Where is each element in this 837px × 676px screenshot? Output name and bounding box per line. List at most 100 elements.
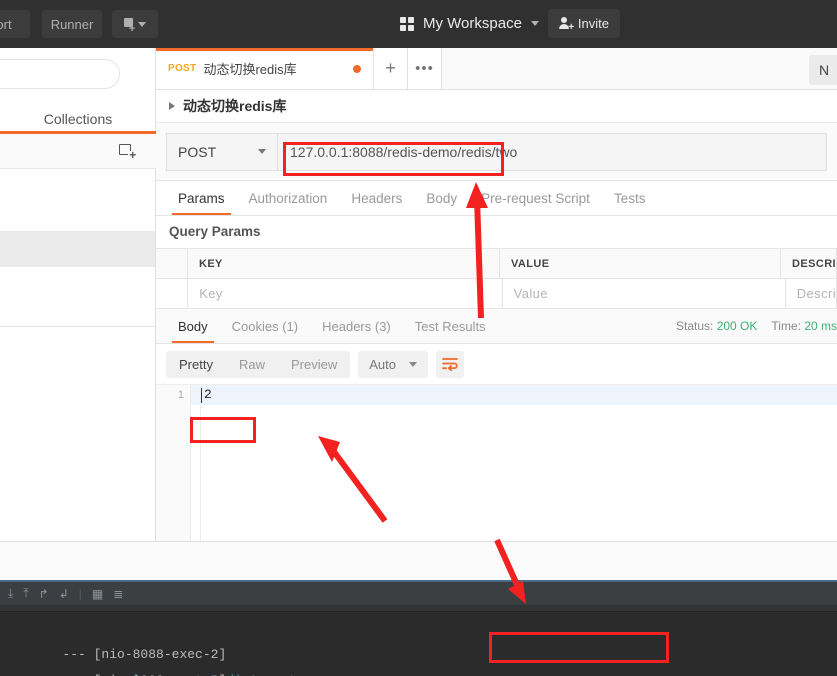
response-format-value: Auto xyxy=(369,356,396,372)
sidebar-tab-collections[interactable]: Collections xyxy=(0,100,156,134)
response-tab-body-label: Body xyxy=(178,319,208,334)
tab-tests[interactable]: Tests xyxy=(602,181,658,215)
request-tab-title: 动态切换redis库 xyxy=(203,62,297,77)
response-body-editor[interactable]: 1 2 xyxy=(156,384,837,542)
scroll-to-top-icon[interactable]: ⤒ xyxy=(23,586,28,601)
text-caret xyxy=(201,388,202,403)
url-bar: POST 127.0.0.1:8088/redis-demo/redis/two xyxy=(156,123,837,181)
chevron-down-icon xyxy=(138,21,146,27)
console-sub-border xyxy=(0,605,837,612)
tab-params[interactable]: Params xyxy=(166,181,237,215)
invite-button[interactable]: + Invite xyxy=(547,9,620,38)
sidebar-search-input[interactable] xyxy=(0,59,120,89)
runner-button-label: Runner xyxy=(50,16,94,32)
tab-headers-label: Headers xyxy=(351,190,403,206)
status-value: 200 OK xyxy=(716,319,758,333)
new-tab-button[interactable]: + xyxy=(374,48,408,89)
text-wrap-icon xyxy=(442,358,458,371)
row-key-input[interactable]: Key xyxy=(188,279,503,309)
row-value-input[interactable]: Value xyxy=(502,279,786,309)
response-tab-headers-label: Headers (3) xyxy=(322,319,391,334)
breadcrumb[interactable]: 动态切换redis库 xyxy=(156,90,837,123)
response-tab-body[interactable]: Body xyxy=(166,310,220,343)
table-header-description: DESCRI xyxy=(781,249,837,279)
import-button[interactable]: ort xyxy=(0,10,30,38)
print-icon[interactable]: ▦ xyxy=(92,587,103,601)
time-group: Time: 20 ms xyxy=(771,319,837,333)
time-value: 20 ms xyxy=(804,319,837,333)
response-tab-test-results-label: Test Results xyxy=(414,319,486,334)
request-section-tabs: Params Authorization Headers Body Pre-re… xyxy=(156,181,837,216)
active-line-highlight xyxy=(191,385,837,405)
tab-tests-label: Tests xyxy=(613,190,646,206)
new-button[interactable]: + xyxy=(112,10,158,38)
response-view-mode-group: Pretty Raw Preview xyxy=(166,350,351,378)
editor-gutter: 1 xyxy=(156,385,191,542)
table-header-row: KEY VALUE DESCRI xyxy=(156,249,837,279)
response-tab-cookies[interactable]: Cookies (1) xyxy=(220,310,310,343)
bottom-strip xyxy=(0,541,837,580)
ide-console: ⤓ ⤒ ↱ ↲ | ▦ ≣ --- [nio-8088-exec-2] com.… xyxy=(0,580,837,676)
tab-body[interactable]: Body xyxy=(414,181,469,215)
query-params-table: KEY VALUE DESCRI Key Value Descri xyxy=(156,248,837,309)
tab-pre-request-script-label: Pre-request Script xyxy=(481,190,590,206)
http-method-select[interactable]: POST xyxy=(166,132,278,171)
view-mode-raw[interactable]: Raw xyxy=(226,351,278,378)
status-group: Status: 200 OK xyxy=(676,319,757,333)
response-tab-cookies-label: Cookies (1) xyxy=(231,319,299,334)
view-mode-pretty-label: Pretty xyxy=(179,356,213,372)
response-tab-headers[interactable]: Headers (3) xyxy=(310,310,403,343)
table-header-checkbox xyxy=(156,249,188,279)
tab-body-label: Body xyxy=(426,190,458,206)
tab-pre-request-script[interactable]: Pre-request Script xyxy=(469,181,602,215)
console-output[interactable]: --- [nio-8088-exec-2] com.example.aspect… xyxy=(0,612,837,676)
grid-icon xyxy=(400,16,414,31)
response-tab-test-results[interactable]: Test Results xyxy=(403,310,498,343)
query-params-label: Query Params xyxy=(169,224,261,239)
request-tab-method: POST xyxy=(168,63,197,74)
environment-label: N xyxy=(819,62,830,78)
view-mode-preview[interactable]: Preview xyxy=(278,351,350,378)
sidebar-divider xyxy=(0,326,156,327)
clear-all-icon[interactable]: ↲ xyxy=(59,587,69,601)
invite-button-label: Invite xyxy=(577,16,609,31)
person-add-icon: + xyxy=(558,17,574,33)
main-panel: POST 动态切换redis库 + ••• N 动态切换redis库 POST xyxy=(156,48,837,542)
import-button-label: ort xyxy=(0,16,12,32)
tab-authorization[interactable]: Authorization xyxy=(237,181,340,215)
view-mode-raw-label: Raw xyxy=(238,356,265,372)
view-mode-preview-label: Preview xyxy=(290,356,338,372)
table-row[interactable]: Key Value Descri xyxy=(156,279,837,309)
postman-window: ort Runner + My Workspace + Invite Colle… xyxy=(0,0,837,676)
top-bar: ort Runner + My Workspace + Invite xyxy=(0,0,837,48)
sidebar-list-item[interactable] xyxy=(0,231,155,267)
tab-options-button[interactable]: ••• xyxy=(408,48,442,89)
environment-selector[interactable]: N xyxy=(809,55,837,85)
view-mode-pretty[interactable]: Pretty xyxy=(166,351,226,378)
chevron-down-icon xyxy=(530,21,539,26)
row-description-input[interactable]: Descri xyxy=(785,279,837,309)
soft-wrap-icon[interactable]: ↱ xyxy=(39,587,49,601)
new-folder-icon[interactable]: + xyxy=(119,144,136,161)
response-format-select[interactable]: Auto xyxy=(358,350,428,378)
chevron-down-icon xyxy=(408,361,417,367)
unsaved-indicator-icon xyxy=(353,64,361,73)
url-input[interactable]: 127.0.0.1:8088/redis-demo/redis/two xyxy=(278,132,827,171)
runner-button[interactable]: Runner xyxy=(42,10,102,38)
workspace-selector[interactable]: My Workspace + Invite xyxy=(400,9,620,38)
scroll-to-end-icon[interactable]: ⤓ xyxy=(8,586,13,601)
more-icon: ••• xyxy=(415,60,434,77)
toolbar-divider: | xyxy=(78,586,82,601)
workspace-name: My Workspace xyxy=(423,15,522,32)
response-section-tabs: Body Cookies (1) Headers (3) Test Result… xyxy=(156,310,837,344)
console-line: --- [nio-8088-exec-4] com.example.aspect… xyxy=(0,642,837,676)
settings-icon[interactable]: ≣ xyxy=(113,587,123,601)
row-checkbox[interactable] xyxy=(156,279,189,309)
request-tab[interactable]: POST 动态切换redis库 xyxy=(156,48,374,89)
new-document-icon: + xyxy=(124,17,135,34)
text-wrap-button[interactable] xyxy=(435,350,464,378)
table-header-value: VALUE xyxy=(499,249,782,279)
sidebar: Collections + xyxy=(0,48,156,541)
status-label: Status: xyxy=(676,319,714,333)
tab-headers[interactable]: Headers xyxy=(339,181,414,215)
